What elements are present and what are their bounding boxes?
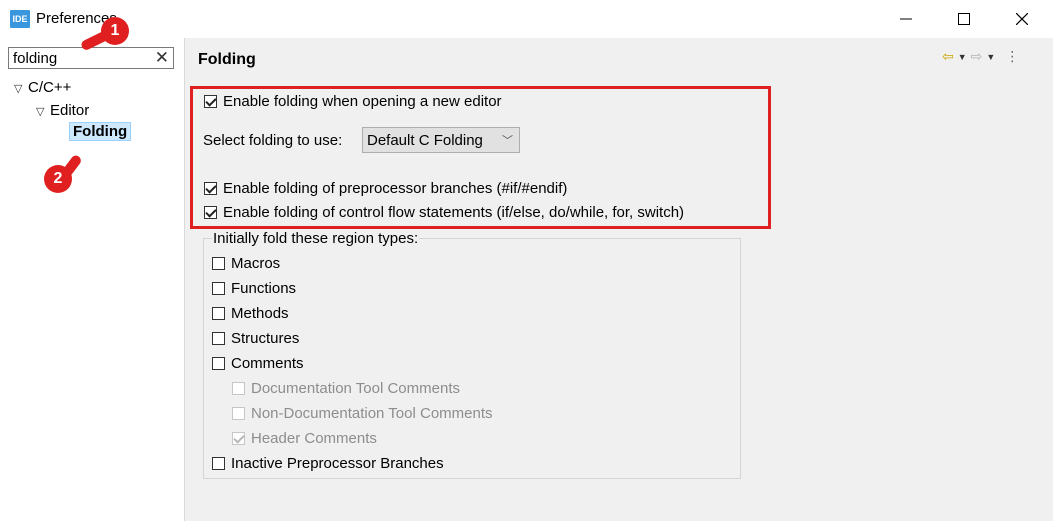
- checkbox-box[interactable]: [212, 332, 225, 345]
- tree-item-cpp[interactable]: ▽ C/C++: [14, 79, 71, 96]
- tree-item-label: Folding: [69, 122, 132, 141]
- checkbox-box[interactable]: [212, 257, 225, 270]
- region-methods-checkbox[interactable]: Methods: [212, 305, 289, 322]
- title-bar: IDE Preferences: [0, 0, 1053, 38]
- region-non-doc-comments-checkbox: Non-Documentation Tool Comments: [232, 405, 493, 422]
- page-title: Folding: [198, 51, 256, 68]
- back-arrow-icon[interactable]: ⇦: [942, 48, 954, 65]
- checkbox-label: Macros: [231, 255, 281, 272]
- minimize-icon: [900, 18, 912, 20]
- checkbox-box[interactable]: [212, 357, 225, 370]
- filter-input-value[interactable]: folding: [13, 50, 57, 67]
- tree-item-editor[interactable]: ▽ Editor: [36, 102, 89, 119]
- region-structures-checkbox[interactable]: Structures: [212, 330, 299, 347]
- page-navigation: ⇦ ▼ ⇨ ▼ ⋮: [942, 48, 1019, 65]
- checkbox-box: [232, 382, 245, 395]
- region-inactive-preprocessor-checkbox[interactable]: Inactive Preprocessor Branches: [212, 455, 444, 472]
- checkbox-label: Documentation Tool Comments: [251, 380, 460, 397]
- close-icon: [1016, 13, 1028, 25]
- checkbox-label: Non-Documentation Tool Comments: [251, 405, 493, 422]
- clear-icon[interactable]: ✕: [155, 49, 169, 67]
- region-header-comments-checkbox: Header Comments: [232, 430, 377, 447]
- region-comments-checkbox[interactable]: Comments: [212, 355, 304, 372]
- marker-2: 2: [44, 165, 72, 193]
- maximize-button[interactable]: [935, 0, 993, 38]
- checkbox-box[interactable]: [212, 457, 225, 470]
- minimize-button[interactable]: [877, 0, 935, 38]
- close-button[interactable]: [993, 0, 1051, 38]
- checkbox-label: Header Comments: [251, 430, 377, 447]
- filter-input[interactable]: folding ✕: [8, 47, 174, 69]
- marker-1: 1: [101, 17, 129, 45]
- preferences-sidebar: folding ✕ ▽ C/C++ ▽ Editor Folding: [0, 38, 185, 521]
- back-history-dropdown-icon[interactable]: ▼: [958, 52, 967, 62]
- group-label: Initially fold these region types:: [212, 230, 420, 247]
- checkbox-box: [232, 432, 245, 445]
- maximize-icon: [958, 13, 970, 25]
- tree-item-label: C/C++: [28, 79, 72, 96]
- tree-item-label: Editor: [50, 102, 90, 119]
- region-doc-comments-checkbox: Documentation Tool Comments: [232, 380, 460, 397]
- checkbox-box[interactable]: [212, 307, 225, 320]
- chevron-down-icon[interactable]: ▽: [14, 82, 28, 95]
- region-macros-checkbox[interactable]: Macros: [212, 255, 280, 272]
- region-functions-checkbox[interactable]: Functions: [212, 280, 296, 297]
- chevron-down-icon[interactable]: ▽: [36, 105, 50, 118]
- checkbox-box: [232, 407, 245, 420]
- app-icon: IDE: [10, 10, 30, 28]
- checkbox-box[interactable]: [212, 282, 225, 295]
- tree-item-folding[interactable]: Folding: [69, 122, 132, 141]
- forward-history-dropdown-icon[interactable]: ▼: [986, 52, 995, 62]
- view-menu-icon[interactable]: ⋮: [1005, 48, 1019, 65]
- checkbox-label: Structures: [231, 330, 300, 347]
- checkbox-label: Inactive Preprocessor Branches: [231, 455, 444, 472]
- highlight-frame: [190, 86, 771, 229]
- forward-arrow-icon[interactable]: ⇨: [971, 48, 983, 65]
- checkbox-label: Methods: [231, 305, 289, 322]
- checkbox-label: Comments: [231, 355, 304, 372]
- checkbox-label: Functions: [231, 280, 297, 297]
